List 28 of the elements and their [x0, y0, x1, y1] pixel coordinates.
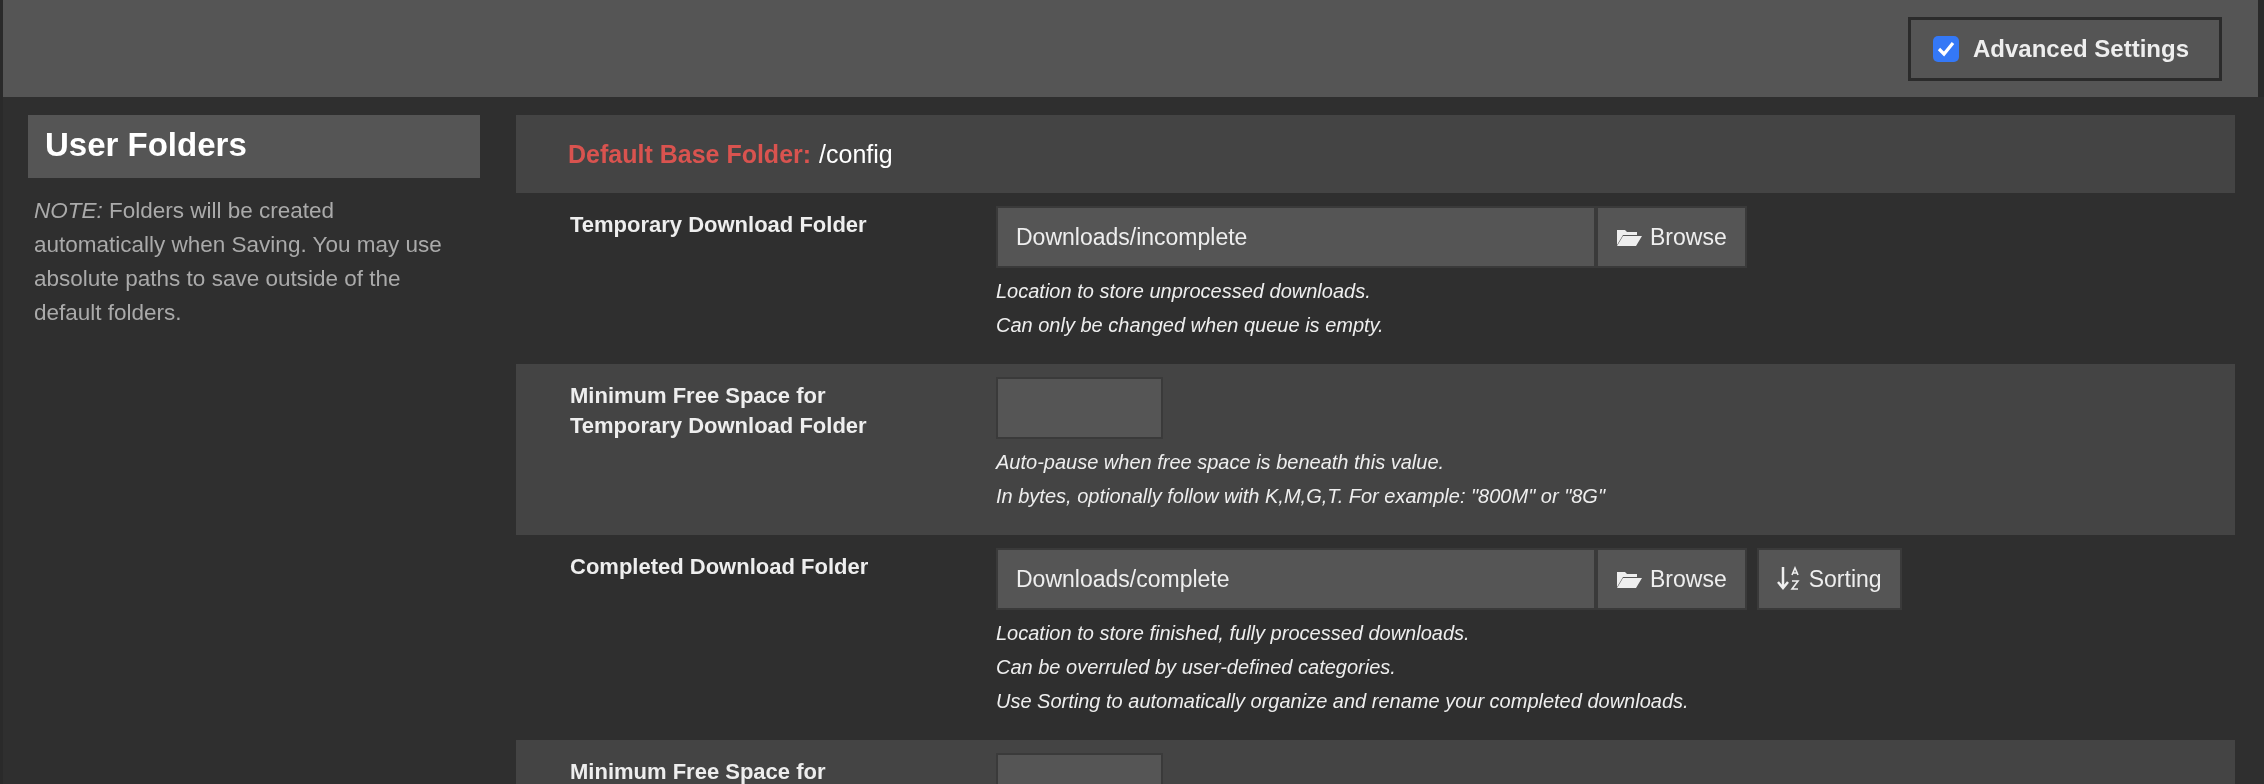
- checkmark-icon: [1936, 40, 1955, 57]
- hint-text: Auto-pause when free space is beneath this value.: [996, 450, 1446, 475]
- advanced-settings-label: Advanced Settings: [1972, 34, 2189, 63]
- hint-text: Can be overruled by user-defined categories.: [996, 655, 1397, 680]
- folder-icon: [1616, 227, 1642, 247]
- note-text: NOTE: Folders will be created automatically when Saving. You may use absolute paths to save outside of the default folders.: [34, 197, 443, 327]
- setting-label: Minimum Free Space for Temporary Download Folder: [570, 382, 868, 440]
- free-space-field[interactable]: [996, 377, 1163, 439]
- advanced-settings-toggle[interactable]: Advanced Settings: [1907, 16, 2222, 81]
- setting-label: Minimum Free Space for: [570, 758, 827, 784]
- section-title: User Folders: [28, 115, 480, 178]
- setting-label: Temporary Download Folder: [570, 211, 868, 239]
- hint-text: Location to store unprocessed downloads.: [996, 279, 1372, 304]
- base-folder-label: Default Base Folder:: [568, 139, 812, 169]
- folder-path-field[interactable]: Downloads/incomplete: [996, 206, 1596, 268]
- folder-icon: [1616, 569, 1642, 589]
- setting-label: Completed Download Folder: [570, 553, 870, 581]
- base-folder-value: /config: [819, 139, 893, 169]
- sort-icon: [1776, 566, 1801, 592]
- browse-button[interactable]: Browse: [1596, 548, 1747, 610]
- folder-path-field[interactable]: Downloads/complete: [996, 548, 1596, 610]
- hint-text: Can only be changed when queue is empty.: [996, 313, 1385, 338]
- hint-text: In bytes, optionally follow with K,M,G,T. For example: "800M" or "8G": [996, 484, 1605, 509]
- checkbox[interactable]: [1932, 35, 1959, 62]
- browse-button[interactable]: Browse: [1596, 206, 1747, 268]
- hint-text: Use Sorting to automatically organize and rename your completed downloads.: [996, 689, 1690, 714]
- sorting-button[interactable]: Sorting: [1756, 548, 1902, 610]
- hint-text: Location to store finished, fully processed downloads.: [996, 621, 1471, 646]
